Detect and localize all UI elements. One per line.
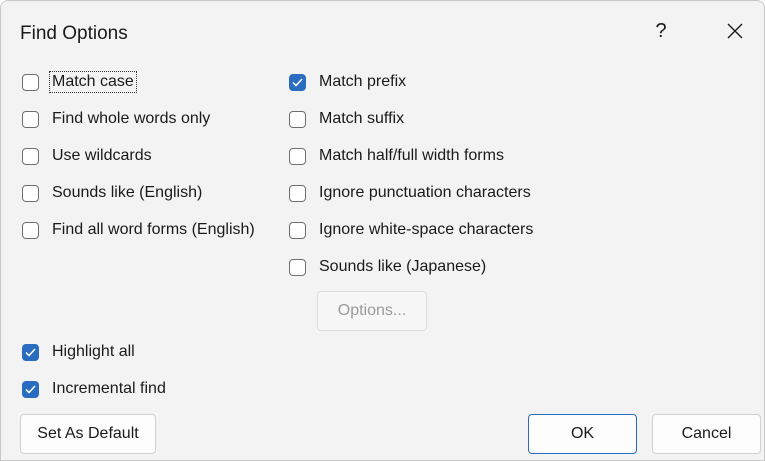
checkbox-icon[interactable] xyxy=(22,73,39,91)
option-label: Match case xyxy=(49,71,137,93)
sounds-like-english-option[interactable]: Sounds like (English) xyxy=(22,180,205,206)
match-half-full-width-option[interactable]: Match half/full width forms xyxy=(289,143,507,169)
checkbox-icon[interactable] xyxy=(22,221,39,239)
option-label: Sounds like (Japanese) xyxy=(319,258,487,275)
use-wildcards-option[interactable]: Use wildcards xyxy=(22,143,155,169)
cancel-button[interactable]: Cancel xyxy=(652,414,761,454)
option-label: Ignore punctuation characters xyxy=(319,184,531,201)
highlight-all-option[interactable]: Highlight all xyxy=(22,339,138,365)
option-label: Ignore white-space characters xyxy=(319,221,534,238)
checkbox-icon[interactable] xyxy=(22,380,39,398)
checkbox-icon[interactable] xyxy=(22,343,39,361)
sounds-like-japanese-option[interactable]: Sounds like (Japanese) xyxy=(289,254,489,280)
option-label: Match suffix xyxy=(319,110,405,127)
match-case-option[interactable]: Match case xyxy=(22,69,137,95)
option-label: Match half/full width forms xyxy=(319,147,504,164)
ignore-punctuation-option[interactable]: Ignore punctuation characters xyxy=(289,180,534,206)
title-bar: Find Options ? xyxy=(1,1,764,57)
incremental-find-option[interactable]: Incremental find xyxy=(22,376,169,402)
ok-button[interactable]: OK xyxy=(528,414,637,454)
option-label: Incremental find xyxy=(52,380,166,397)
checkbox-icon[interactable] xyxy=(289,221,306,239)
options-button[interactable]: Options... xyxy=(317,291,427,331)
match-prefix-option[interactable]: Match prefix xyxy=(289,69,409,95)
checkbox-icon[interactable] xyxy=(289,184,306,202)
checkbox-icon[interactable] xyxy=(289,258,306,276)
checkbox-icon[interactable] xyxy=(22,147,39,165)
checkbox-icon[interactable] xyxy=(289,147,306,165)
close-button[interactable] xyxy=(713,11,757,51)
find-all-word-forms-option[interactable]: Find all word forms (English) xyxy=(22,217,258,243)
find-options-dialog: Find Options ? Match case Find whole wor… xyxy=(0,0,765,461)
option-label: Find all word forms (English) xyxy=(52,221,255,238)
option-label: Find whole words only xyxy=(52,110,211,127)
match-suffix-option[interactable]: Match suffix xyxy=(289,106,407,132)
option-label: Use wildcards xyxy=(52,147,152,164)
ignore-white-space-option[interactable]: Ignore white-space characters xyxy=(289,217,536,243)
option-label: Highlight all xyxy=(52,343,135,360)
checkbox-icon[interactable] xyxy=(22,110,39,128)
checkbox-icon[interactable] xyxy=(22,184,39,202)
find-whole-words-option[interactable]: Find whole words only xyxy=(22,106,213,132)
dialog-title: Find Options xyxy=(20,23,128,44)
checkbox-icon[interactable] xyxy=(289,110,306,128)
close-icon xyxy=(727,22,743,39)
checkbox-icon[interactable] xyxy=(289,73,306,91)
option-label: Match prefix xyxy=(319,73,407,90)
set-as-default-button[interactable]: Set As Default xyxy=(20,414,156,454)
help-button[interactable]: ? xyxy=(641,11,681,51)
option-label: Sounds like (English) xyxy=(52,184,203,201)
